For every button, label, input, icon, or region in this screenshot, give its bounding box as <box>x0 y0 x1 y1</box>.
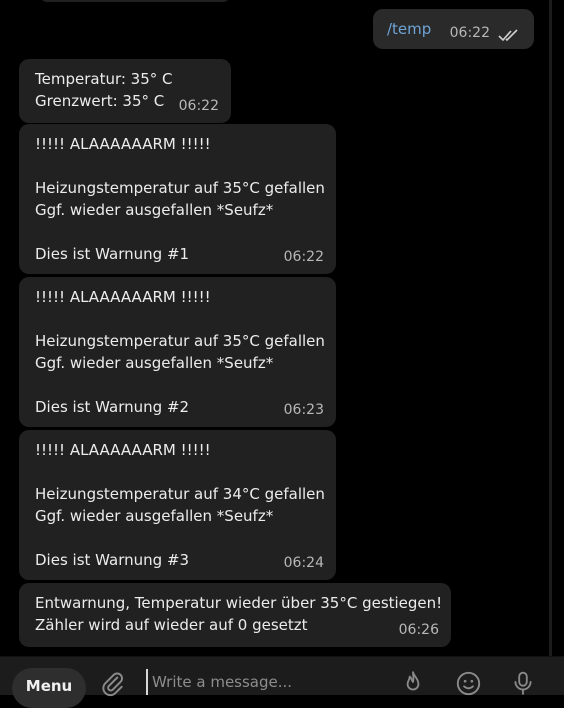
message-line: Zähler wird auf wieder auf 0 gesetzt <box>35 616 308 634</box>
message-line: Heizungstemperatur auf 35°C gefallen <box>35 332 325 350</box>
message-line: Ggf. wieder ausgefallen *Seufz* <box>35 201 274 219</box>
message-line: Heizungstemperatur auf 34°C gefallen <box>35 485 325 503</box>
message-time: 06:24 <box>283 555 324 571</box>
message-composer: Menu <box>0 656 564 708</box>
message-line: !!!!! ALAAAAAARM !!!!! <box>35 441 211 459</box>
message-line: Dies ist Warnung #3 <box>35 551 190 569</box>
message-time: 06:22 <box>283 249 324 265</box>
message-line: !!!!! ALAAAAAARM !!!!! <box>35 135 211 153</box>
scrollbar[interactable] <box>549 0 552 656</box>
message-line: Heizungstemperatur auf 35°C gefallen <box>35 179 325 197</box>
outgoing-message[interactable]: /temp 06:22 <box>373 9 534 49</box>
previous-message-bubble <box>40 0 230 2</box>
fire-icon[interactable] <box>400 670 426 696</box>
message-line <box>35 308 320 330</box>
incoming-message[interactable]: !!!!! ALAAAAAARM !!!!! Heizungstemperatu… <box>19 124 336 274</box>
message-line <box>35 461 320 483</box>
paperclip-icon[interactable] <box>100 671 126 697</box>
chat-area: /temp 06:22 Temperatur: 35° C Grenzwert:… <box>0 0 564 656</box>
incoming-message[interactable]: !!!!! ALAAAAAARM !!!!! Heizungstemperatu… <box>19 277 336 427</box>
incoming-message[interactable]: Entwarnung, Temperatur wieder über 35°C … <box>19 583 451 647</box>
message-line: Dies ist Warnung #1 <box>35 245 190 263</box>
incoming-message[interactable]: !!!!! ALAAAAAARM !!!!! Heizungstemperatu… <box>19 430 336 580</box>
microphone-icon[interactable] <box>510 669 536 697</box>
message-time: 06:26 <box>398 622 439 638</box>
message-line <box>35 374 320 396</box>
emoji-icon[interactable] <box>455 670 482 697</box>
message-line: Temperatur: 35° C <box>35 70 173 88</box>
message-line: Ggf. wieder ausgefallen *Seufz* <box>35 354 274 372</box>
message-line <box>35 155 320 177</box>
double-check-icon <box>498 29 518 42</box>
menu-button[interactable]: Menu <box>12 668 86 708</box>
message-line: Dies ist Warnung #2 <box>35 398 190 416</box>
message-line <box>35 527 320 549</box>
message-line: Entwarnung, Temperatur wieder über 35°C … <box>35 594 443 612</box>
message-line <box>35 221 320 243</box>
message-line: !!!!! ALAAAAAARM !!!!! <box>35 288 211 306</box>
message-time: 06:23 <box>283 402 324 418</box>
incoming-message[interactable]: Temperatur: 35° C Grenzwert: 35° C 06:22 <box>19 59 231 123</box>
message-time: 06:22 <box>449 25 490 41</box>
message-input[interactable] <box>146 669 382 695</box>
message-line: Ggf. wieder ausgefallen *Seufz* <box>35 507 274 525</box>
message-time: 06:22 <box>178 98 219 114</box>
